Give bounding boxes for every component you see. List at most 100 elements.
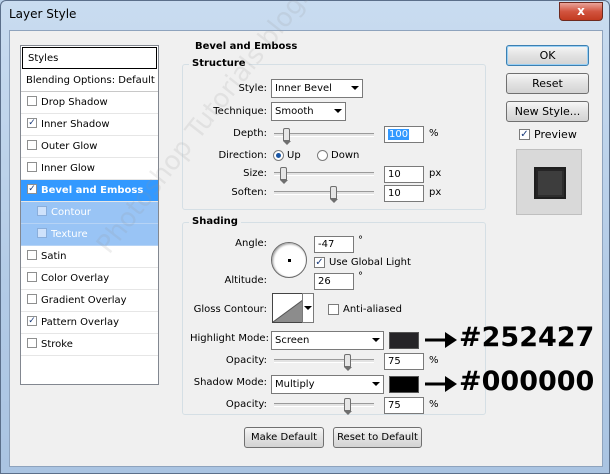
style-checkbox[interactable]: [27, 294, 37, 304]
shadow-opacity-label: Opacity:: [225, 399, 267, 410]
global-light-checkbox[interactable]: ✓: [314, 257, 325, 268]
bevel-emboss-title: Bevel and Emboss: [192, 41, 301, 52]
technique-select[interactable]: Smooth: [271, 102, 346, 121]
direction-down-radio[interactable]: [317, 150, 328, 161]
blending-options[interactable]: Blending Options: Default: [21, 70, 158, 92]
style-checkbox[interactable]: ✓: [27, 316, 37, 326]
shadow-color-swatch[interactable]: [389, 376, 419, 393]
style-checkbox[interactable]: ✓: [27, 184, 37, 194]
style-item-label: Bevel and Emboss: [41, 185, 144, 196]
style-item-outer-glow[interactable]: Outer Glow: [21, 136, 158, 158]
style-item-label: Stroke: [41, 339, 73, 350]
preview-label: Preview: [534, 128, 577, 141]
reset-to-default-button[interactable]: Reset to Default: [333, 427, 422, 448]
shadow-opacity-slider[interactable]: [274, 398, 374, 415]
soften-label: Soften:: [231, 187, 267, 198]
altitude-input[interactable]: 26: [314, 273, 354, 290]
shadow-opacity-input[interactable]: 75: [384, 397, 424, 414]
style-checkbox[interactable]: [27, 140, 37, 150]
style-select[interactable]: Inner Bevel: [271, 79, 363, 98]
new-style-button[interactable]: New Style...: [506, 101, 589, 122]
soften-unit: px: [429, 187, 442, 198]
angle-unit: °: [358, 235, 363, 246]
style-item-drop-shadow[interactable]: Drop Shadow: [21, 92, 158, 114]
angle-label: Angle:: [235, 238, 267, 249]
style-label: Style:: [238, 83, 268, 94]
style-checkbox[interactable]: [27, 250, 37, 260]
highlight-mode-select[interactable]: Screen: [271, 331, 384, 350]
anti-aliased-checkbox[interactable]: [328, 304, 339, 315]
style-item-contour[interactable]: Contour: [21, 202, 158, 224]
soften-thumb[interactable]: [329, 186, 338, 203]
style-item-label: Inner Shadow: [41, 119, 110, 130]
style-item-pattern-overlay[interactable]: ✓ Pattern Overlay: [21, 312, 158, 334]
style-item-bevel-and-emboss[interactable]: ✓ Bevel and Emboss: [21, 180, 158, 202]
gloss-contour-dropdown[interactable]: [302, 293, 314, 323]
style-checkbox[interactable]: [27, 162, 37, 172]
style-item-satin[interactable]: Satin: [21, 246, 158, 268]
close-button[interactable]: x: [559, 2, 603, 21]
global-light-label: Use Global Light: [329, 257, 411, 268]
direction-up-radio[interactable]: [273, 150, 284, 161]
chevron-down-icon: [351, 86, 359, 90]
reset-button[interactable]: Reset: [506, 73, 589, 94]
style-item-inner-shadow[interactable]: ✓ Inner Shadow: [21, 114, 158, 136]
chevron-down-icon: [372, 338, 380, 342]
styles-header[interactable]: Styles: [22, 47, 157, 69]
style-item-label: Pattern Overlay: [41, 317, 120, 328]
style-checkbox[interactable]: [37, 228, 47, 238]
style-item-label: Gradient Overlay: [41, 295, 127, 306]
style-item-gradient-overlay[interactable]: Gradient Overlay: [21, 290, 158, 312]
size-slider[interactable]: [274, 167, 374, 184]
highlight-opacity-thumb[interactable]: [343, 354, 352, 371]
style-item-color-overlay[interactable]: Color Overlay: [21, 268, 158, 290]
style-item-inner-glow[interactable]: Inner Glow: [21, 158, 158, 180]
style-checkbox[interactable]: [27, 96, 37, 106]
highlight-opacity-unit: %: [429, 355, 439, 366]
highlight-mode-label: Highlight Mode:: [190, 333, 269, 344]
shadow-hex-annotation: #000000: [459, 366, 595, 397]
styles-list: Styles Blending Options: Default Drop Sh…: [20, 45, 159, 385]
chevron-down-icon: [372, 382, 380, 386]
preview-checkbox[interactable]: ✓: [519, 129, 530, 140]
soften-slider[interactable]: [274, 186, 374, 203]
style-checkbox[interactable]: [27, 272, 37, 282]
dialog-client: Styles Blending Options: Default Drop Sh…: [9, 30, 603, 467]
soften-input[interactable]: 10: [384, 185, 424, 202]
layer-style-dialog: Layer Style x Styles Blending Options: D…: [0, 0, 610, 474]
arrow-right-icon: [425, 376, 457, 392]
altitude-label: Altitude:: [224, 275, 267, 286]
style-item-texture[interactable]: Texture: [21, 224, 158, 246]
depth-label: Depth:: [233, 128, 267, 139]
altitude-unit: °: [358, 271, 363, 282]
chevron-down-icon: [304, 306, 312, 310]
style-checkbox[interactable]: [37, 206, 47, 216]
shadow-mode-value: Multiply: [275, 379, 315, 390]
shadow-opacity-thumb[interactable]: [343, 398, 352, 415]
highlight-color-swatch[interactable]: [389, 332, 419, 349]
size-thumb[interactable]: [279, 167, 288, 184]
highlight-opacity-input[interactable]: 75: [384, 353, 424, 370]
depth-input[interactable]: 100: [384, 126, 424, 143]
style-item-label: Drop Shadow: [41, 97, 108, 108]
chevron-down-icon: [334, 109, 342, 113]
angle-input[interactable]: -47: [314, 236, 354, 253]
size-input[interactable]: 10: [384, 166, 424, 183]
highlight-opacity-slider[interactable]: [274, 354, 374, 371]
shadow-mode-select[interactable]: Multiply: [271, 375, 384, 394]
angle-dial[interactable]: [271, 242, 307, 278]
depth-slider[interactable]: [274, 128, 374, 145]
depth-thumb[interactable]: [283, 128, 292, 145]
style-item-label: Texture: [51, 229, 88, 240]
ok-button[interactable]: OK: [506, 45, 589, 66]
shading-title: Shading: [189, 216, 241, 227]
style-item-stroke[interactable]: Stroke: [21, 334, 158, 356]
highlight-hex-annotation: #252427: [459, 322, 595, 353]
style-checkbox[interactable]: [27, 338, 37, 348]
structure-title: Structure: [189, 58, 249, 69]
preview-thumbnail: [516, 149, 582, 215]
technique-label: Technique:: [213, 106, 267, 117]
make-default-button[interactable]: Make Default: [244, 427, 324, 448]
style-item-label: Inner Glow: [41, 163, 95, 174]
style-checkbox[interactable]: ✓: [27, 118, 37, 128]
